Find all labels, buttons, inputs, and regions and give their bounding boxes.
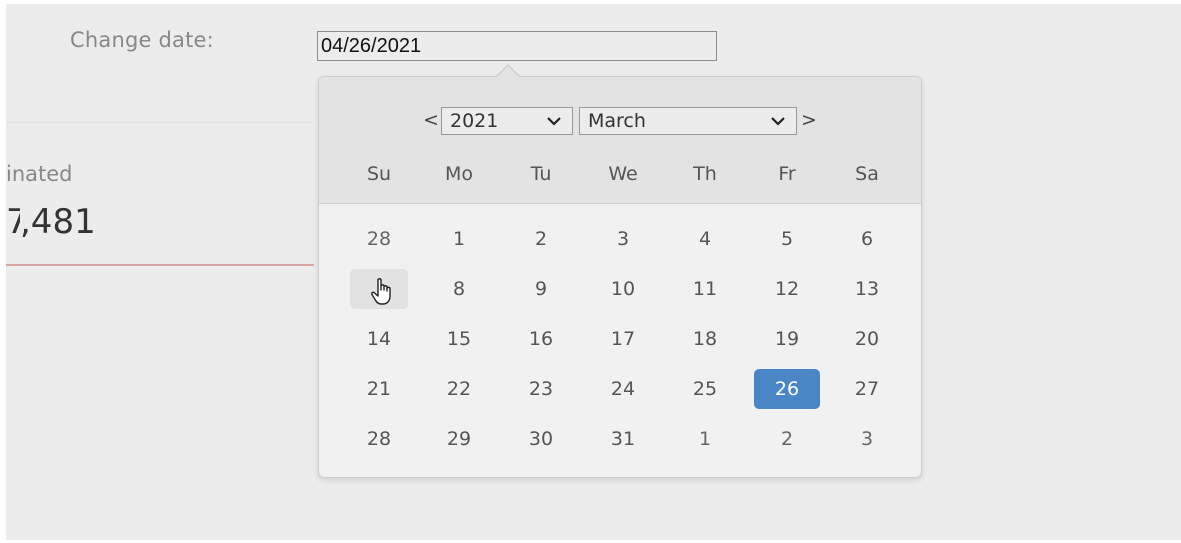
card-divider: [6, 122, 314, 123]
weekday-th: Th: [693, 163, 717, 185]
day-cell[interactable]: 24: [594, 369, 652, 409]
day-cell[interactable]: 14: [350, 319, 408, 359]
day-cell[interactable]: 2: [758, 419, 816, 459]
weekday-mo: Mo: [444, 163, 474, 185]
day-cell[interactable]: 12: [758, 269, 816, 309]
day-cell[interactable]: 6: [838, 219, 896, 259]
day-cell[interactable]: 30: [512, 419, 570, 459]
month-navigation: < 2021 March >: [319, 107, 921, 137]
day-cell-selected[interactable]: 26: [754, 369, 820, 409]
month-select[interactable]: March: [579, 107, 797, 135]
day-cell[interactable]: 19: [758, 319, 816, 359]
day-cell[interactable]: 31: [594, 419, 652, 459]
day-cell[interactable]: 29: [430, 419, 488, 459]
day-cell[interactable]: 21: [350, 369, 408, 409]
day-cell[interactable]: [350, 269, 408, 309]
day-cell[interactable]: 22: [430, 369, 488, 409]
weekday-sa: Sa: [855, 163, 879, 185]
day-cell[interactable]: 3: [594, 219, 652, 259]
chevron-down-icon: [546, 108, 562, 143]
day-cell[interactable]: 25: [676, 369, 734, 409]
day-cell[interactable]: 1: [430, 219, 488, 259]
picker-caret-inner: [496, 66, 520, 78]
change-date-label: Change date:: [70, 28, 214, 52]
day-cell[interactable]: 3: [838, 419, 896, 459]
prev-month-button[interactable]: <: [423, 109, 439, 131]
day-cell[interactable]: 18: [676, 319, 734, 359]
stat-label: inated: [6, 162, 73, 186]
day-cell[interactable]: 15: [430, 319, 488, 359]
day-cell[interactable]: 16: [512, 319, 570, 359]
day-cell[interactable]: 17: [594, 319, 652, 359]
day-cell[interactable]: 11: [676, 269, 734, 309]
weekday-header-row: Su Mo Tu We Th Fr Sa: [319, 163, 921, 193]
stat-value: 7,481: [6, 202, 96, 242]
day-cell[interactable]: 23: [512, 369, 570, 409]
day-cell[interactable]: 13: [838, 269, 896, 309]
stat-value-text: ,481: [20, 202, 96, 242]
day-cell[interactable]: 2: [512, 219, 570, 259]
year-select[interactable]: 2021: [441, 107, 573, 135]
chevron-down-icon: [770, 108, 786, 143]
year-select-value: 2021: [450, 110, 499, 132]
day-cell[interactable]: 8: [430, 269, 488, 309]
day-cell[interactable]: 28: [350, 219, 408, 259]
day-cell[interactable]: 1: [676, 419, 734, 459]
weekday-tu: Tu: [530, 163, 552, 185]
datepicker-popup: < 2021 March > Su Mo Tu We Th Fr Sa 28 1 2 3 4 5 6 8 9…: [318, 64, 922, 478]
weekday-we: We: [608, 163, 638, 185]
weekday-fr: Fr: [778, 163, 796, 185]
day-cell[interactable]: 28: [350, 419, 408, 459]
day-cell[interactable]: 5: [758, 219, 816, 259]
next-month-button[interactable]: >: [801, 109, 817, 131]
month-select-value: March: [588, 110, 646, 132]
datepicker-header: < 2021 March > Su Mo Tu We Th Fr Sa: [319, 66, 921, 204]
day-cell[interactable]: 9: [512, 269, 570, 309]
day-cell[interactable]: 27: [838, 369, 896, 409]
date-input[interactable]: [317, 31, 717, 61]
day-cell[interactable]: 20: [838, 319, 896, 359]
day-cell[interactable]: 4: [676, 219, 734, 259]
page-background: Change date: inated 7,481 < 2021 March: [6, 4, 1181, 540]
day-cell[interactable]: 10: [594, 269, 652, 309]
weekday-su: Su: [366, 163, 392, 185]
stat-underline: [6, 264, 314, 266]
